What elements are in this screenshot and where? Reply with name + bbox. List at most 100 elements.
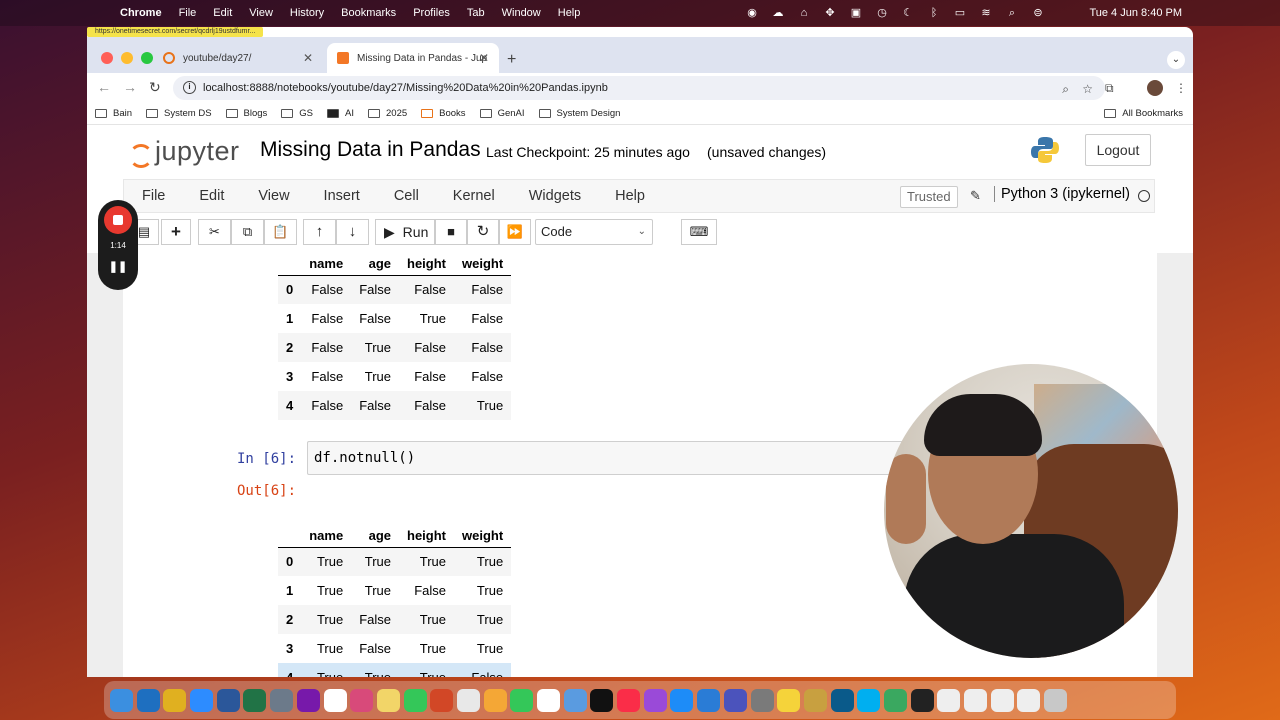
tab-close-icon[interactable]: ✕ bbox=[303, 51, 313, 65]
podcasts-icon[interactable] bbox=[643, 688, 667, 712]
control-center-icon[interactable]: ⊜ bbox=[1031, 7, 1045, 19]
window-thumbnail[interactable] bbox=[990, 688, 1014, 712]
tab-youtube-day27[interactable]: youtube/day27/ ✕ bbox=[153, 43, 323, 73]
word-icon[interactable] bbox=[216, 688, 240, 712]
window-thumbnail[interactable] bbox=[964, 688, 987, 712]
interrupt-button[interactable]: ■ bbox=[435, 219, 467, 245]
wifi-icon[interactable]: ≋ bbox=[979, 7, 993, 19]
bookmark-books[interactable]: Books bbox=[421, 108, 466, 119]
menu-edit[interactable]: Edit bbox=[213, 7, 232, 19]
calendar-icon[interactable] bbox=[323, 688, 347, 712]
window-thumbnail[interactable] bbox=[937, 688, 961, 712]
finder-icon[interactable] bbox=[110, 688, 133, 712]
battery-icon[interactable]: ▭ bbox=[953, 7, 967, 19]
menu-window[interactable]: Window bbox=[502, 7, 541, 19]
bookmark-bain[interactable]: Bain bbox=[95, 108, 132, 119]
bookmark-star-icon[interactable]: ☆ bbox=[1082, 82, 1093, 96]
run-button[interactable]: ▶ Run bbox=[375, 219, 435, 245]
jmenu-widgets[interactable]: Widgets bbox=[529, 188, 581, 204]
stickies-icon[interactable] bbox=[777, 688, 801, 712]
chrome-icon[interactable] bbox=[163, 688, 187, 712]
app-store-icon[interactable] bbox=[670, 688, 694, 712]
minimize-window-button[interactable] bbox=[121, 52, 133, 64]
address-bar[interactable]: i localhost:8888/notebooks/youtube/day27… bbox=[173, 76, 1105, 100]
powerpoint-icon[interactable] bbox=[430, 688, 454, 712]
vscode-icon[interactable] bbox=[697, 688, 721, 712]
messages-icon[interactable] bbox=[403, 688, 427, 712]
pause-recording-icon[interactable]: ❚❚ bbox=[98, 260, 138, 273]
move-down-button[interactable]: ↓ bbox=[336, 219, 369, 245]
freeform-icon[interactable] bbox=[563, 688, 587, 712]
menu-app-name[interactable]: Chrome bbox=[120, 7, 162, 19]
archive-icon[interactable] bbox=[803, 688, 827, 712]
zoom-icon[interactable] bbox=[190, 688, 214, 712]
system-settings-icon[interactable] bbox=[750, 688, 774, 712]
bluetooth-icon[interactable]: ᛒ bbox=[927, 7, 941, 19]
search-icon[interactable]: ⌕ bbox=[1005, 7, 1019, 19]
jmenu-view[interactable]: View bbox=[258, 188, 289, 204]
teams-icon[interactable] bbox=[723, 688, 747, 712]
restart-button[interactable]: ↻ bbox=[467, 219, 499, 245]
safari-icon[interactable] bbox=[456, 688, 480, 712]
jmenu-cell[interactable]: Cell bbox=[394, 188, 419, 204]
gamepad-icon[interactable]: ⌂ bbox=[797, 7, 811, 19]
bookmark-genai[interactable]: GenAI bbox=[479, 108, 525, 119]
jupyter-logo[interactable]: jupyter bbox=[127, 136, 240, 168]
notes-icon[interactable] bbox=[376, 688, 400, 712]
screen-record-icon[interactable]: ◉ bbox=[745, 7, 759, 19]
cloud-icon[interactable]: ☁ bbox=[771, 7, 785, 19]
forward-icon[interactable]: → bbox=[123, 79, 137, 95]
cut-button[interactable]: ✂ bbox=[198, 219, 231, 245]
reload-icon[interactable]: ↻ bbox=[149, 79, 161, 96]
extensions-icon[interactable]: ⧉ bbox=[1105, 81, 1114, 96]
bookmark-gs[interactable]: GS bbox=[281, 108, 313, 119]
notebook-title[interactable]: Missing Data in Pandas bbox=[260, 138, 481, 162]
photos-icon[interactable] bbox=[483, 688, 507, 712]
moon-icon[interactable]: ☾ bbox=[901, 7, 915, 19]
facetime-icon[interactable] bbox=[510, 688, 534, 712]
menu-bookmarks[interactable]: Bookmarks bbox=[341, 7, 396, 19]
menu-tab[interactable]: Tab bbox=[467, 7, 485, 19]
bookmark-system-ds[interactable]: System DS bbox=[146, 108, 212, 119]
maps-icon[interactable] bbox=[883, 688, 907, 712]
reminders-icon[interactable] bbox=[537, 688, 560, 712]
kernel-name[interactable]: Python 3 (ipykernel) bbox=[994, 186, 1130, 202]
bookmark-ai[interactable]: AI bbox=[327, 108, 354, 119]
all-bookmarks[interactable]: All Bookmarks bbox=[1104, 108, 1183, 119]
move-up-button[interactable]: ↑ bbox=[303, 219, 336, 245]
close-window-button[interactable] bbox=[101, 52, 113, 64]
cell-type-select[interactable]: Code ⌄ bbox=[535, 219, 653, 245]
citrix-icon[interactable] bbox=[830, 688, 854, 712]
back-icon[interactable]: ← bbox=[97, 79, 111, 95]
excel-icon[interactable] bbox=[243, 688, 267, 712]
jmenu-kernel[interactable]: Kernel bbox=[453, 188, 495, 204]
logout-button[interactable]: Logout bbox=[1085, 134, 1151, 166]
bookmark-system-design[interactable]: System Design bbox=[538, 108, 620, 119]
command-palette-button[interactable]: ⌨ bbox=[681, 219, 717, 245]
paste-button[interactable]: 📋 bbox=[264, 219, 297, 245]
zoom-window-button[interactable] bbox=[141, 52, 153, 64]
menu-view[interactable]: View bbox=[249, 7, 273, 19]
outlook-icon[interactable] bbox=[136, 688, 160, 712]
bookmark-2025[interactable]: 2025 bbox=[368, 108, 407, 119]
apple-tv-icon[interactable] bbox=[590, 688, 614, 712]
move-icon[interactable]: ✥ bbox=[823, 7, 837, 19]
skype-icon[interactable] bbox=[857, 688, 881, 712]
trash-icon[interactable] bbox=[1044, 688, 1068, 712]
app-icon[interactable] bbox=[270, 688, 294, 712]
tab-search-chevron-icon[interactable]: ⌄ bbox=[1167, 51, 1185, 69]
jmenu-edit[interactable]: Edit bbox=[199, 188, 224, 204]
copy-button[interactable]: ⧉ bbox=[231, 219, 264, 245]
insert-cell-button[interactable]: + bbox=[161, 219, 191, 245]
bookmark-blogs[interactable]: Blogs bbox=[225, 108, 267, 119]
launchpad-icon[interactable] bbox=[350, 688, 374, 712]
terminal-icon[interactable] bbox=[910, 688, 934, 712]
lock-icon[interactable]: ▣ bbox=[849, 7, 863, 19]
timer-icon[interactable]: ◷ bbox=[875, 7, 889, 19]
tab-missing-data[interactable]: Missing Data in Pandas - Jup ✕ bbox=[327, 43, 499, 73]
profile-avatar[interactable] bbox=[1147, 80, 1163, 96]
jmenu-insert[interactable]: Insert bbox=[324, 188, 360, 204]
more-menu-icon[interactable]: ⋮ bbox=[1175, 81, 1187, 95]
trusted-badge[interactable]: Trusted bbox=[900, 186, 958, 208]
zoom-icon[interactable]: ⌕ bbox=[1062, 82, 1069, 97]
